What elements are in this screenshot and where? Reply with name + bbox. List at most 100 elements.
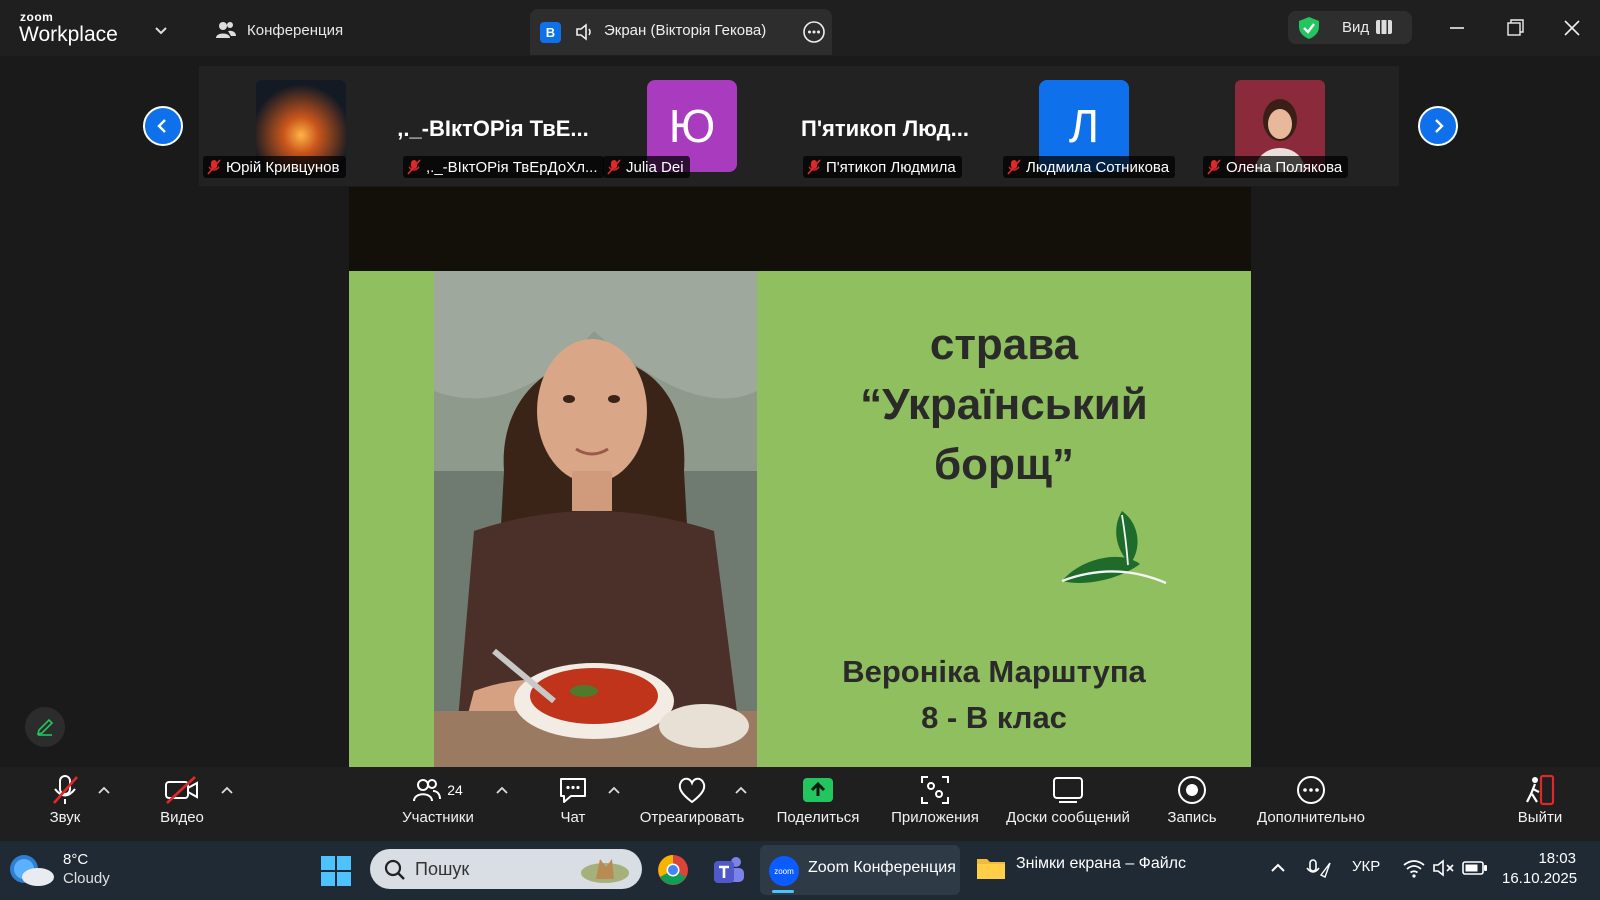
clock-date[interactable]: 16.10.2025 [1502, 870, 1577, 887]
participant-name: Людмила Сотникова [1026, 158, 1170, 176]
participant-name-tag: Julia Dei [603, 156, 690, 178]
previous-page-button[interactable] [143, 106, 183, 146]
participant-name-tag: П'ятикоп Людмила [803, 156, 962, 178]
workplace-logo: Workplace [19, 23, 118, 46]
grid-view-icon [1375, 19, 1393, 35]
participant-name-tag: Олена Полякова [1203, 156, 1349, 178]
shared-screen-area: страва “Український борщ” Вероніка Маршт… [0, 187, 1600, 767]
chat-button[interactable]: Чат [545, 773, 601, 835]
active-indicator [772, 890, 794, 893]
search-placeholder: Пошук [415, 859, 470, 879]
chevron-left-icon [157, 119, 166, 133]
whiteboards-label: Доски сообщений [1006, 809, 1130, 826]
view-button[interactable]: Вид [1288, 11, 1412, 44]
weather-temperature: 8°C [63, 851, 89, 868]
more-icon [1297, 776, 1325, 804]
video-options-caret[interactable] [221, 785, 233, 795]
close-button[interactable] [1557, 14, 1587, 42]
zoom-task-label: Zoom Конференция [808, 859, 956, 876]
react-button[interactable]: Отреагировать [636, 773, 748, 835]
teams-icon [714, 857, 744, 883]
windows-logo-icon [321, 856, 351, 886]
participant-name: Julia Dei [626, 158, 684, 176]
mic-muted-icon [807, 159, 821, 175]
slide-title-line: “Український [860, 380, 1148, 429]
windows-taskbar: 8°C Cloudy Пошук zoom Zoom Конференция З… [0, 841, 1600, 900]
participants-label: Участники [402, 809, 474, 826]
zoom-taskbar-item[interactable]: zoom Zoom Конференция [760, 845, 960, 895]
author-name: Вероніка Марштупа [842, 654, 1146, 689]
more-options-icon[interactable] [802, 20, 826, 44]
volume-muted-icon[interactable] [1432, 858, 1456, 878]
author-class: 8 - В клас [921, 700, 1067, 735]
audio-options-caret[interactable] [98, 785, 110, 795]
whiteboards-button[interactable]: Доски сообщений [1000, 773, 1136, 835]
weather-widget[interactable] [6, 851, 58, 889]
conference-tab[interactable]: Конференция [215, 18, 343, 42]
react-options-caret[interactable] [735, 785, 747, 795]
files-taskbar-item[interactable] [976, 855, 1006, 881]
share-screen-icon [803, 778, 833, 802]
slide-title: страва “Український борщ” [809, 315, 1199, 495]
participant-name: ,._-ВІктОРія ТвЕрДоХл... [426, 158, 598, 176]
video-label: Видео [160, 809, 204, 826]
mic-muted-icon [607, 159, 621, 175]
battery-icon[interactable] [1462, 859, 1488, 877]
share-button[interactable]: Поделиться [773, 773, 863, 835]
more-button[interactable]: Дополнительно [1252, 773, 1370, 835]
conference-tab-label: Конференция [247, 21, 344, 39]
security-shield-icon[interactable] [1298, 16, 1320, 40]
wifi-icon[interactable] [1402, 858, 1426, 878]
chevron-right-icon [1435, 119, 1444, 133]
chat-icon [560, 778, 586, 803]
apps-button[interactable]: Приложения [886, 773, 984, 835]
leaf-icon [1060, 509, 1170, 589]
leave-icon [1526, 774, 1555, 806]
tray-chevron-up-icon[interactable] [1270, 861, 1286, 875]
leave-button[interactable]: Выйти [1510, 773, 1570, 835]
meeting-toolbar: Звук Видео 24 Участники Чат Отреагироват… [0, 767, 1600, 841]
search-icon [384, 859, 405, 880]
chat-label: Чат [560, 809, 586, 826]
clock-time[interactable]: 18:03 [1502, 850, 1576, 867]
apps-label: Приложения [891, 809, 979, 826]
participants-count: 24 [447, 782, 463, 798]
participants-options-caret[interactable] [496, 785, 508, 795]
slide-title-line: борщ” [933, 440, 1075, 489]
video-off-icon [165, 776, 198, 804]
view-label: Вид [1342, 19, 1370, 36]
title-bar: zoom Workplace Конференция В Экран (Вікт… [0, 0, 1600, 56]
start-button[interactable] [320, 855, 352, 887]
chat-options-caret[interactable] [608, 785, 620, 795]
record-button[interactable]: Запись [1160, 773, 1224, 835]
sharer-badge: В [540, 22, 561, 43]
record-icon [1178, 776, 1206, 804]
audio-button[interactable]: Звук [37, 773, 93, 835]
participant-name: Олена Полякова [1226, 158, 1343, 176]
participants-icon [216, 22, 236, 38]
files-task-label[interactable]: Знімки екрана – Файлс [1016, 855, 1186, 873]
share-label: Поделиться [776, 809, 860, 826]
participants-button[interactable]: 24 Участники [393, 773, 483, 835]
speaker-icon[interactable] [574, 22, 594, 42]
microphone-tray-icon[interactable] [1306, 857, 1332, 881]
react-label: Отреагировать [639, 809, 745, 826]
participant-name: Юрій Кривцунов [226, 158, 340, 176]
mic-muted-icon [207, 159, 221, 175]
slide-author: Вероніка Марштупа 8 - В клас [779, 649, 1209, 741]
annotate-button[interactable] [25, 707, 65, 747]
screen-share-tab[interactable]: В Экран (Вікторія Гекова) [530, 9, 832, 55]
language-indicator[interactable]: УКР [1352, 858, 1380, 875]
chevron-down-icon[interactable] [153, 22, 169, 38]
next-page-button[interactable] [1418, 106, 1458, 146]
slide-title-line: страва [929, 320, 1079, 369]
apps-icon [921, 776, 949, 804]
maximize-button[interactable] [1500, 14, 1530, 42]
teams-taskbar-icon[interactable] [710, 853, 746, 887]
video-button[interactable]: Видео [150, 773, 214, 835]
more-label: Дополнительно [1257, 809, 1365, 826]
minimize-button[interactable] [1442, 14, 1472, 42]
chrome-taskbar-icon[interactable] [656, 853, 690, 887]
taskbar-search[interactable]: Пошук [370, 849, 642, 889]
audio-label: Звук [49, 809, 81, 826]
